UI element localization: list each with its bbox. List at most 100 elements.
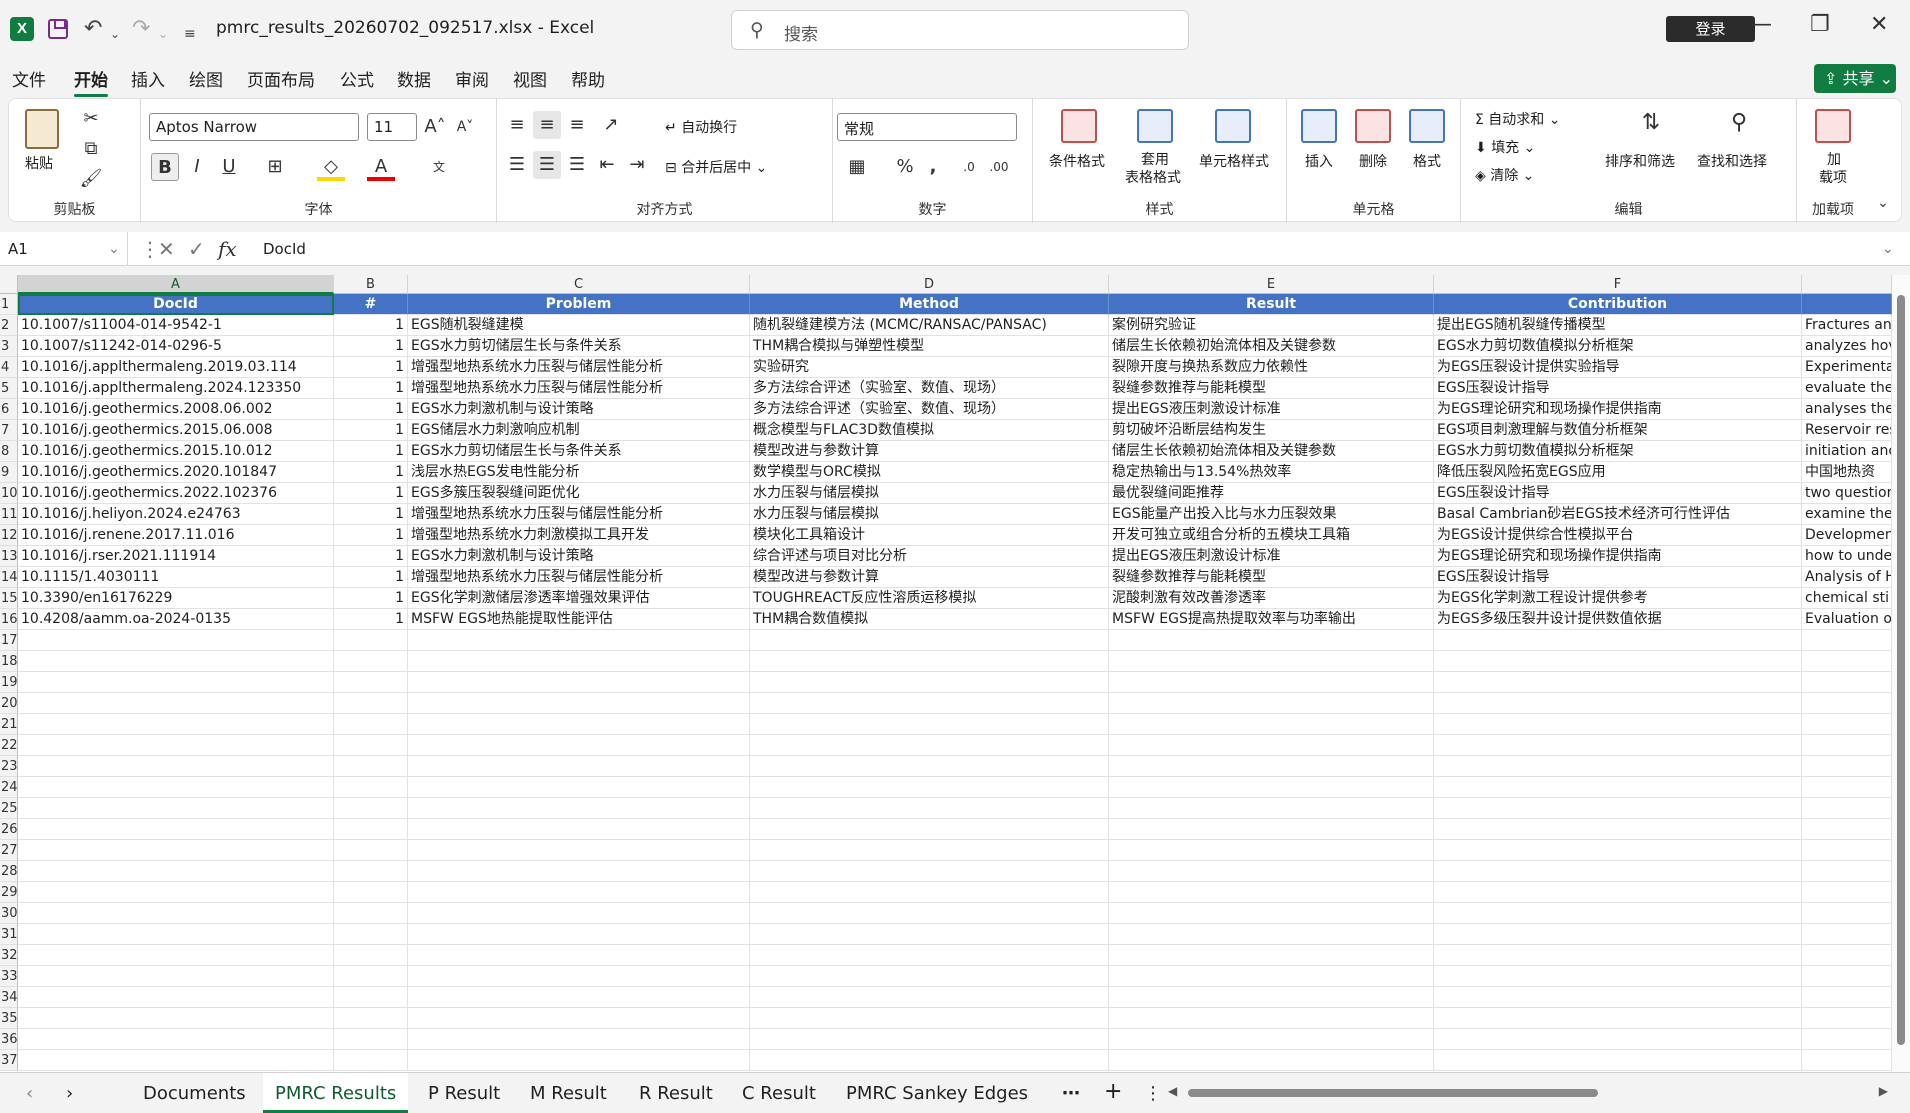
- table-cell[interactable]: [1802, 714, 1892, 735]
- autosum-button[interactable]: Σ 自动求和 ⌄: [1475, 109, 1560, 129]
- table-cell[interactable]: 10.1016/j.geothermics.2022.102376: [18, 483, 334, 504]
- table-cell[interactable]: two questior: [1802, 483, 1892, 504]
- table-cell[interactable]: 10.3390/en16176229: [18, 588, 334, 609]
- table-cell[interactable]: [408, 924, 750, 945]
- table-cell[interactable]: [408, 651, 750, 672]
- search-box[interactable]: ⚲ 搜索: [731, 10, 1189, 50]
- table-cell[interactable]: 增强型地热系统水力压裂与储层性能分析: [408, 357, 750, 378]
- row-header[interactable]: 24: [0, 777, 18, 798]
- table-cell[interactable]: [1109, 798, 1434, 819]
- cut-icon[interactable]: ✂: [77, 105, 105, 133]
- vertical-scroll-thumb[interactable]: [1897, 295, 1905, 1045]
- more-tabs-icon[interactable]: ⋯: [1050, 1079, 1092, 1108]
- minimize-icon[interactable]: —: [1750, 12, 1772, 37]
- row-header[interactable]: 32: [0, 945, 18, 966]
- table-cell[interactable]: examine the: [1802, 504, 1892, 525]
- row-header[interactable]: 30: [0, 903, 18, 924]
- row-header[interactable]: 4: [0, 357, 18, 378]
- table-cell[interactable]: [750, 1050, 1109, 1071]
- table-cell[interactable]: [1434, 672, 1802, 693]
- tab-p-result[interactable]: P Result: [416, 1079, 512, 1108]
- tab-m-result[interactable]: M Result: [518, 1079, 619, 1108]
- table-cell[interactable]: TOUGHREACT反应性溶质运移模拟: [750, 588, 1109, 609]
- align-right-icon[interactable]: ☰: [563, 151, 591, 179]
- table-cell[interactable]: [18, 819, 334, 840]
- underline-icon[interactable]: U: [215, 153, 243, 181]
- table-cell[interactable]: 1: [334, 336, 408, 357]
- table-cell[interactable]: [1434, 861, 1802, 882]
- insert-cells-icon[interactable]: [1301, 109, 1337, 143]
- table-cell[interactable]: [18, 945, 334, 966]
- table-cell[interactable]: EGS储层水力刺激响应机制: [408, 420, 750, 441]
- table-cell[interactable]: 实验研究: [750, 357, 1109, 378]
- table-cell[interactable]: [18, 735, 334, 756]
- table-cell[interactable]: [750, 903, 1109, 924]
- table-cell[interactable]: [1434, 693, 1802, 714]
- table-cell[interactable]: 降低压裂风险拓宽EGS应用: [1434, 462, 1802, 483]
- table-cell[interactable]: 随机裂缝建模方法 (MCMC/RANSAC/PANSAC): [750, 315, 1109, 336]
- table-cell[interactable]: 10.1016/j.renene.2017.11.016: [18, 525, 334, 546]
- column-header[interactable]: B: [334, 275, 408, 294]
- header-cell[interactable]: [1802, 294, 1892, 315]
- addins-icon[interactable]: [1815, 109, 1851, 143]
- bold-icon[interactable]: B: [151, 153, 179, 181]
- table-cell[interactable]: [1434, 945, 1802, 966]
- table-cell[interactable]: [750, 924, 1109, 945]
- table-cell[interactable]: MSFW EGS地热能提取性能评估: [408, 609, 750, 630]
- table-cell[interactable]: [1109, 756, 1434, 777]
- add-sheet-icon[interactable]: +: [1092, 1075, 1134, 1108]
- table-cell[interactable]: 1: [334, 504, 408, 525]
- table-cell[interactable]: [750, 987, 1109, 1008]
- row-header[interactable]: 1: [0, 294, 18, 315]
- table-cell[interactable]: [1802, 861, 1892, 882]
- table-cell[interactable]: EGS压裂设计指导: [1434, 567, 1802, 588]
- vertical-scrollbar[interactable]: [1892, 275, 1910, 1072]
- row-header[interactable]: 3: [0, 336, 18, 357]
- table-cell[interactable]: Developmen: [1802, 525, 1892, 546]
- table-cell[interactable]: 增强型地热系统水力压裂与储层性能分析: [408, 378, 750, 399]
- table-cell[interactable]: EGS多簇压裂裂缝间距优化: [408, 483, 750, 504]
- table-cell[interactable]: Basal Cambrian砂岩EGS技术经济可行性评估: [1434, 504, 1802, 525]
- table-cell[interactable]: [1109, 840, 1434, 861]
- table-cell[interactable]: 数学模型与ORC模拟: [750, 462, 1109, 483]
- table-cell[interactable]: 裂缝参数推荐与能耗模型: [1109, 567, 1434, 588]
- table-cell[interactable]: [408, 1008, 750, 1029]
- table-cell[interactable]: [1434, 987, 1802, 1008]
- increase-indent-icon[interactable]: ⇥: [623, 151, 651, 179]
- table-cell[interactable]: [1434, 819, 1802, 840]
- align-bottom-icon[interactable]: ≡: [563, 111, 591, 139]
- row-header[interactable]: 18: [0, 651, 18, 672]
- table-cell[interactable]: Evaluation o: [1802, 609, 1892, 630]
- redo-icon[interactable]: ↷: [132, 17, 150, 41]
- table-cell[interactable]: [1109, 1008, 1434, 1029]
- column-header[interactable]: A: [18, 275, 334, 294]
- font-name-box[interactable]: Aptos Narrow: [149, 113, 359, 141]
- table-cell[interactable]: [1802, 924, 1892, 945]
- merge-center-button[interactable]: ⊟ 合并后居中 ⌄: [665, 157, 767, 177]
- row-header[interactable]: 8: [0, 441, 18, 462]
- table-cell[interactable]: [750, 861, 1109, 882]
- table-cell[interactable]: EGS水力刺激机制与设计策略: [408, 399, 750, 420]
- tab-pmrc-results[interactable]: PMRC Results: [263, 1073, 409, 1113]
- table-cell[interactable]: [408, 714, 750, 735]
- table-cell[interactable]: evaluate the: [1802, 378, 1892, 399]
- table-cell[interactable]: [1802, 819, 1892, 840]
- table-cell[interactable]: 为EGS设计提供综合性模拟平台: [1434, 525, 1802, 546]
- table-cell[interactable]: [18, 840, 334, 861]
- table-cell[interactable]: [18, 777, 334, 798]
- table-cell[interactable]: 为EGS多级压裂井设计提供数值依据: [1434, 609, 1802, 630]
- select-all-corner[interactable]: [0, 275, 18, 294]
- fill-color-icon[interactable]: ◇: [317, 153, 345, 181]
- table-cell[interactable]: 1: [334, 483, 408, 504]
- table-cell[interactable]: [1434, 777, 1802, 798]
- table-cell[interactable]: [1109, 1029, 1434, 1050]
- tab-c-result[interactable]: C Result: [730, 1079, 828, 1108]
- undo-dropdown-icon[interactable]: ⌄: [110, 22, 120, 46]
- table-cell[interactable]: [1109, 924, 1434, 945]
- table-cell[interactable]: MSFW EGS提高热提取效率与功率输出: [1109, 609, 1434, 630]
- table-cell[interactable]: [18, 651, 334, 672]
- table-cell[interactable]: [750, 756, 1109, 777]
- fill-button[interactable]: ⬇ 填充 ⌄: [1475, 137, 1535, 157]
- header-cell[interactable]: Contribution: [1434, 294, 1802, 315]
- table-cell[interactable]: [1434, 1029, 1802, 1050]
